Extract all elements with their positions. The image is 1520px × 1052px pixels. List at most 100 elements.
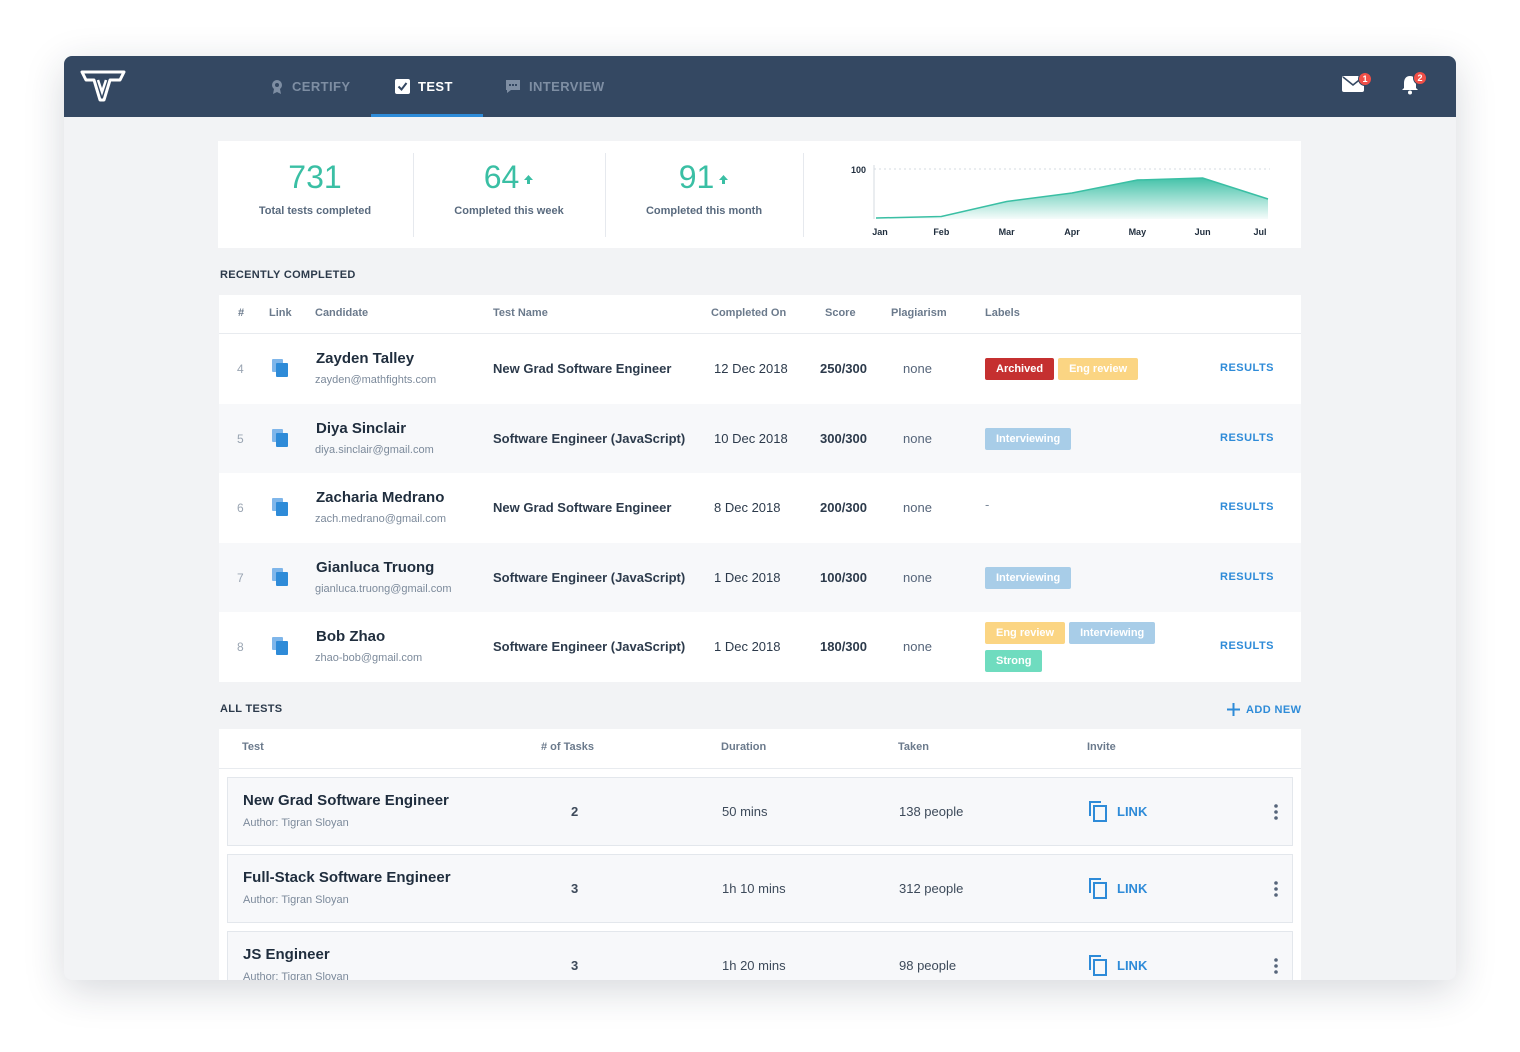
plagiarism-status: none	[903, 569, 932, 585]
results-link[interactable]: RESULTS	[1220, 640, 1274, 652]
more-options-icon	[1274, 958, 1278, 974]
taken-count: 98 people	[899, 958, 957, 973]
results-link[interactable]: RESULTS	[1220, 501, 1274, 513]
col-invite: Invite	[1087, 741, 1116, 753]
table-row[interactable]: 6 Zacharia Medrano zach.medrano@gmail.co…	[219, 473, 1301, 543]
candidate-email: gianluca.truong@gmail.com	[315, 582, 452, 595]
candidate-name[interactable]: Bob Zhao	[316, 628, 385, 645]
candidate-name[interactable]: Zayden Talley	[316, 350, 414, 367]
copy-link-button[interactable]	[272, 567, 288, 589]
mail-badge: 1	[1358, 72, 1372, 86]
tab-certify[interactable]: CERTIFY	[246, 56, 374, 117]
invite-link-button[interactable]: LINK	[1088, 954, 1147, 976]
test-name[interactable]: JS Engineer	[243, 946, 330, 963]
logo-icon[interactable]	[80, 68, 126, 104]
copy-link-button[interactable]	[272, 428, 288, 450]
award-icon	[272, 79, 282, 94]
notifications-button[interactable]: 2	[1401, 71, 1427, 100]
invite-link-button[interactable]: LINK	[1088, 800, 1147, 822]
taken-count: 312 people	[899, 881, 964, 896]
table-row[interactable]: 4 Zayden Talley zayden@mathfights.com Ne…	[219, 334, 1301, 404]
col-taken[interactable]: Taken	[898, 741, 929, 753]
copy-icon	[1089, 801, 1107, 822]
stat-total: 731 Total tests completed	[218, 141, 412, 248]
labels: Interviewing	[985, 566, 1175, 589]
candidate-name[interactable]: Diya Sinclair	[316, 420, 406, 437]
stat-total-value: 731	[288, 159, 342, 195]
col-score[interactable]: Score	[825, 307, 856, 319]
col-test[interactable]: Test	[242, 741, 264, 753]
y-tick-label: 100	[851, 165, 866, 175]
invite-link-button[interactable]: LINK	[1088, 877, 1147, 899]
col-candidate[interactable]: Candidate	[315, 307, 368, 319]
stats-card: 731 Total tests completed 64 Completed t…	[218, 141, 1301, 248]
more-options-button[interactable]	[1274, 804, 1278, 823]
candidate-email: zhao-bob@gmail.com	[315, 652, 423, 665]
label-tag[interactable]: Interviewing	[985, 566, 1072, 589]
test-name[interactable]: Full-Stack Software Engineer	[243, 869, 451, 886]
label-tag[interactable]: Interviewing	[985, 427, 1072, 450]
more-options-button[interactable]	[1274, 958, 1278, 977]
test-row[interactable]: JS Engineer Author: Tigran Sloyan 3 1h 2…	[227, 931, 1293, 980]
table-row[interactable]: 7 Gianluca Truong gianluca.truong@gmail.…	[219, 542, 1301, 613]
x-tick-label: Jan	[872, 227, 888, 237]
x-tick-label: May	[1129, 227, 1147, 237]
col-plagiarism[interactable]: Plagiarism	[891, 307, 947, 319]
copy-icon	[1089, 955, 1107, 976]
completions-area-chart: 100 Jan Feb Mar Apr May Jun Jul	[851, 165, 1270, 237]
test-name: New Grad Software Engineer	[493, 500, 672, 516]
results-link[interactable]: RESULTS	[1220, 362, 1274, 374]
label-tag[interactable]: Strong	[985, 650, 1043, 673]
test-author: Author: Tigran Sloyan	[243, 894, 349, 906]
test-author: Author: Tigran Sloyan	[243, 971, 349, 980]
table-row[interactable]: 8 Bob Zhao zhao-bob@gmail.com Software E…	[219, 612, 1301, 682]
tab-interview-label: INTERVIEW	[529, 79, 605, 94]
table-header: Test # of Tasks Duration Taken Invite	[219, 729, 1301, 769]
mail-button[interactable]: 1	[1342, 72, 1372, 97]
labels: Eng review Interviewing Strong	[985, 622, 1175, 673]
col-tasks[interactable]: # of Tasks	[541, 741, 594, 753]
label-tag[interactable]: Archived	[985, 358, 1055, 380]
candidate-name[interactable]: Gianluca Truong	[316, 559, 434, 576]
test-row[interactable]: New Grad Software Engineer Author: Tigra…	[227, 777, 1293, 846]
score: 300/300	[820, 430, 867, 446]
score: 180/300	[820, 639, 867, 655]
stat-month-label: Completed this month	[645, 205, 763, 217]
chat-icon	[506, 80, 520, 93]
more-options-button[interactable]	[1274, 881, 1278, 900]
bell-badge: 2	[1413, 71, 1427, 85]
copy-link-button[interactable]	[272, 498, 288, 519]
test-row[interactable]: Full-Stack Software Engineer Author: Tig…	[227, 854, 1293, 923]
col-duration[interactable]: Duration	[721, 741, 766, 753]
table-body: 4 Zayden Talley zayden@mathfights.com Ne…	[219, 334, 1301, 682]
add-new-label: ADD NEW	[1246, 703, 1302, 716]
copy-link-button[interactable]	[272, 359, 288, 380]
plagiarism-status: none	[903, 361, 932, 376]
test-author: Author: Tigran Sloyan	[243, 817, 349, 829]
table-row[interactable]: 5 Diya Sinclair diya.sinclair@gmail.com …	[219, 403, 1301, 474]
x-tick-label: Jun	[1195, 227, 1211, 237]
plagiarism-status: none	[903, 500, 932, 516]
score: 100/300	[820, 569, 867, 585]
score: 200/300	[820, 500, 867, 516]
col-test-name[interactable]: Test Name	[493, 307, 548, 319]
duration: 1h 10 mins	[722, 881, 786, 896]
x-tick-label: Apr	[1064, 227, 1080, 237]
results-link[interactable]: RESULTS	[1220, 432, 1274, 444]
copy-link-icon	[272, 498, 288, 517]
more-options-icon	[1274, 804, 1278, 820]
candidate-name[interactable]: Zacharia Medrano	[316, 489, 444, 506]
add-new-button[interactable]: ADD NEW	[1227, 703, 1301, 716]
col-completed-on[interactable]: Completed On	[711, 307, 786, 319]
copy-link-button[interactable]	[272, 637, 288, 658]
tab-interview[interactable]: INTERVIEW	[481, 56, 629, 117]
test-name[interactable]: New Grad Software Engineer	[243, 792, 449, 809]
results-link[interactable]: RESULTS	[1220, 571, 1274, 583]
label-tag[interactable]: Eng review	[1058, 358, 1139, 380]
duration: 1h 20 mins	[722, 958, 786, 973]
tab-test[interactable]: TEST	[371, 56, 483, 117]
label-tag[interactable]: Interviewing	[1069, 622, 1156, 645]
top-navigation-bar: CERTIFY TEST INTERVIEW 1 2	[64, 56, 1456, 117]
label-tag[interactable]: Eng review	[985, 622, 1066, 645]
completed-date: 12 Dec 2018	[714, 361, 788, 376]
